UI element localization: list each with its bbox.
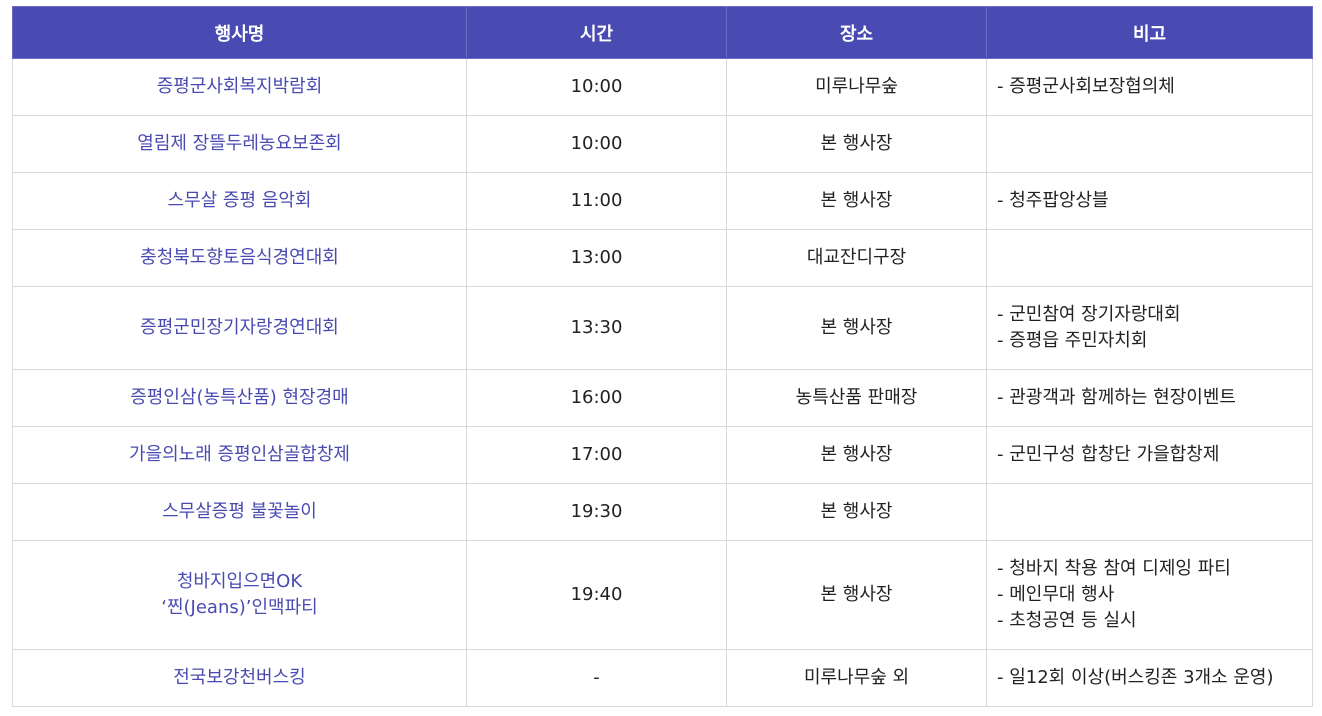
event-note-line: - 군민구성 합창단 가을합창제 (997, 444, 1220, 465)
event-name-cell: 열림제 장뜰두레농요보존회 (12, 115, 467, 173)
header-place: 장소 (726, 6, 987, 59)
header-event-name: 행사명 (12, 6, 467, 59)
event-time-cell: 16:00 (466, 369, 727, 427)
event-place-cell: 본 행사장 (726, 483, 987, 541)
event-time-cell: 10:00 (466, 115, 727, 173)
event-place-cell: 본 행사장 (726, 426, 987, 484)
event-name-cell: 전국보강천버스킹 (12, 649, 467, 707)
event-note-line: - 청바지 착용 참여 디제잉 파티 (997, 558, 1231, 579)
event-name-text: 전국보강천버스킹 (173, 667, 306, 688)
table-row: 스무살 증평 음악회 11:00 본 행사장 - 청주팝앙상블 (12, 172, 1313, 230)
event-note-cell: - 군민참여 장기자랑대회 - 증평읍 주민자치회 (986, 286, 1313, 370)
table-row: 충청북도향토음식경연대회 13:00 대교잔디구장 (12, 229, 1313, 287)
event-place-cell: 본 행사장 (726, 286, 987, 370)
table-row: 가을의노래 증평인삼골합창제 17:00 본 행사장 - 군민구성 합창단 가을합창제 (12, 426, 1313, 484)
event-note-line: - 군민참여 장기자랑대회 (997, 304, 1181, 325)
table-row: 전국보강천버스킹 - 미루나무숲 외 - 일12회 이상(버스킹존 3개소 운영) (12, 649, 1313, 707)
table-row: 스무살증평 불꽃놀이 19:30 본 행사장 (12, 483, 1313, 541)
event-name-text: 충청북도향토음식경연대회 (140, 247, 339, 268)
event-time-cell: 19:40 (466, 540, 727, 650)
event-time-cell: 17:00 (466, 426, 727, 484)
event-place-cell: 농특산품 판매장 (726, 369, 987, 427)
table-row: 증평인삼(농특산품) 현장경매 16:00 농특산품 판매장 - 관광객과 함께하는 … (12, 369, 1313, 427)
event-name-cell: 증평군민장기자랑경연대회 (12, 286, 467, 370)
table-row: 열림제 장뜰두레농요보존회 10:00 본 행사장 (12, 115, 1313, 173)
event-name-cell: 증평군사회복지박람회 (12, 58, 467, 116)
event-note-cell: - 관광객과 함께하는 현장이벤트 (986, 369, 1313, 427)
header-note: 비고 (986, 6, 1313, 59)
event-note-cell (986, 115, 1313, 173)
event-name-cell: 스무살증평 불꽃놀이 (12, 483, 467, 541)
event-note-line: - 증평군사회보장협의체 (997, 76, 1175, 97)
event-time-cell: 13:30 (466, 286, 727, 370)
event-note-cell: - 일12회 이상(버스킹존 3개소 운영) (986, 649, 1313, 707)
event-place-cell: 대교잔디구장 (726, 229, 987, 287)
event-name-text: 청바지입으면OK (176, 571, 303, 592)
event-time-cell: 13:00 (466, 229, 727, 287)
event-note-line: - 일12회 이상(버스킹존 3개소 운영) (997, 667, 1274, 688)
event-note-cell: - 청바지 착용 참여 디제잉 파티 - 메인무대 행사 - 초청공연 등 실시 (986, 540, 1313, 650)
table-row: 청바지입으면OK ‘찐(Jeans)’인맥파티 19:40 본 행사장 - 청바지 착용… (12, 540, 1313, 650)
event-name-text: 증평군사회복지박람회 (156, 76, 323, 97)
event-name-cell: 가을의노래 증평인삼골합창제 (12, 426, 467, 484)
event-time-cell: 11:00 (466, 172, 727, 230)
event-name-cell: 충청북도향토음식경연대회 (12, 229, 467, 287)
event-note-line: - 관광객과 함께하는 현장이벤트 (997, 387, 1236, 408)
event-note-cell (986, 229, 1313, 287)
event-note-cell: - 군민구성 합창단 가을합창제 (986, 426, 1313, 484)
event-name-text: 열림제 장뜰두레농요보존회 (137, 133, 342, 154)
event-time-cell: 19:30 (466, 483, 727, 541)
event-time-cell: 10:00 (466, 58, 727, 116)
event-name-text: ‘찐(Jeans)’인맥파티 (161, 597, 318, 618)
event-note-cell: - 증평군사회보장협의체 (986, 58, 1313, 116)
event-name-text: 스무살증평 불꽃놀이 (162, 501, 317, 522)
event-note-line: - 메인무대 행사 (997, 584, 1115, 605)
event-name-cell: 스무살 증평 음악회 (12, 172, 467, 230)
event-note-cell: - 청주팝앙상블 (986, 172, 1313, 230)
event-name-cell: 청바지입으면OK ‘찐(Jeans)’인맥파티 (12, 540, 467, 650)
event-name-text: 증평인삼(농특산품) 현장경매 (130, 387, 349, 408)
event-place-cell: 본 행사장 (726, 540, 987, 650)
header-row: 행사명 시간 장소 비고 (12, 6, 1313, 59)
event-note-cell (986, 483, 1313, 541)
event-name-text: 스무살 증평 음악회 (167, 190, 312, 211)
event-name-text: 증평군민장기자랑경연대회 (140, 317, 339, 338)
event-time-cell: - (466, 649, 727, 707)
event-note-line: - 초청공연 등 실시 (997, 610, 1137, 631)
event-place-cell: 본 행사장 (726, 115, 987, 173)
event-place-cell: 미루나무숲 외 (726, 649, 987, 707)
event-note-line: - 청주팝앙상블 (997, 190, 1109, 211)
event-name-cell: 증평인삼(농특산품) 현장경매 (12, 369, 467, 427)
event-note-line: - 증평읍 주민자치회 (997, 330, 1148, 351)
header-time: 시간 (466, 6, 727, 59)
event-name-text: 가을의노래 증평인삼골합창제 (128, 444, 350, 465)
event-place-cell: 미루나무숲 (726, 58, 987, 116)
table-row: 증평군사회복지박람회 10:00 미루나무숲 - 증평군사회보장협의체 (12, 58, 1313, 116)
event-schedule-table: 행사명 시간 장소 비고 증평군사회복지박람회 10:00 미루나무숲 - 증평군사회… (12, 6, 1313, 707)
event-place-cell: 본 행사장 (726, 172, 987, 230)
table-row: 증평군민장기자랑경연대회 13:30 본 행사장 - 군민참여 장기자랑대회 - 증평읍… (12, 286, 1313, 370)
